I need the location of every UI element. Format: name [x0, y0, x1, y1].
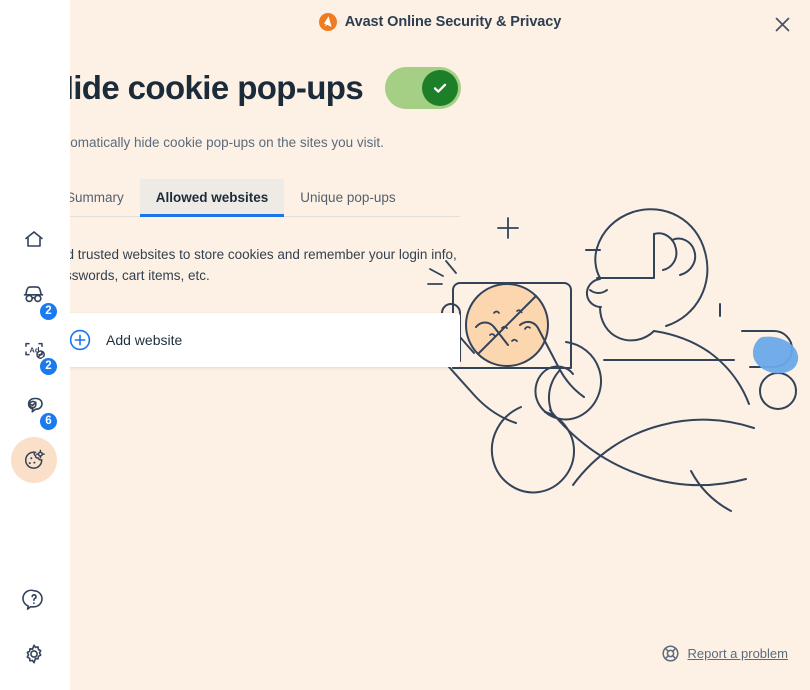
help-icon-wrap: [11, 576, 57, 622]
toggle-knob: [422, 70, 459, 106]
sidebar-item-reviews[interactable]: 6: [6, 379, 62, 432]
cookie-icon: [24, 449, 45, 469]
content-area: Hide cookie pop-ups Automatically hide c…: [50, 60, 520, 367]
sidebar-item-ads[interactable]: Ad 2: [6, 324, 62, 377]
tab-bar: Summary Allowed websites Unique pop-ups: [50, 178, 460, 217]
sidebar-item-cookies[interactable]: [6, 434, 62, 486]
avast-logo-icon: [318, 13, 337, 31]
avast-extension-window: 2 Ad 2 6 Avast Online Security & Privacy…: [0, 0, 810, 690]
close-button[interactable]: [766, 8, 798, 40]
sidebar: 2 Ad 2 6: [0, 0, 70, 690]
page-subtitle: Automatically hide cookie pop-ups on the…: [50, 135, 384, 150]
home-icon-wrap: [11, 217, 57, 263]
hide-cookie-popups-toggle[interactable]: [385, 67, 462, 109]
page-title: Hide cookie pop-ups: [50, 69, 364, 106]
lifebuoy-icon: [661, 645, 679, 662]
close-icon: [775, 17, 789, 31]
help-icon: [22, 589, 43, 610]
sidebar-item-settings[interactable]: [6, 628, 62, 680]
sidebar-item-privacy[interactable]: 2: [6, 269, 62, 322]
gear-icon: [26, 644, 42, 664]
sidebar-item-home[interactable]: [6, 214, 62, 266]
tab-allowed-websites[interactable]: Allowed websites: [139, 178, 285, 217]
tab-unique-popups[interactable]: Unique pop-ups: [284, 179, 411, 216]
report-problem-label: Report a problem: [687, 646, 788, 661]
check-icon: [433, 83, 447, 93]
report-problem-link[interactable]: Report a problem: [661, 645, 788, 662]
ad-block-icon-wrap: Ad 2: [11, 327, 59, 377]
tab-description: Add trusted websites to store cookies an…: [50, 246, 457, 284]
svg-text:Ad: Ad: [29, 346, 39, 355]
gear-icon-wrap: [11, 631, 57, 677]
cookie-icon-wrap: [11, 437, 57, 483]
home-icon: [25, 231, 43, 247]
add-website-button[interactable]: Add website: [50, 312, 460, 367]
sidebar-badge: 2: [38, 301, 59, 322]
headline-row: Hide cookie pop-ups: [50, 60, 520, 116]
chat-shield-icon-wrap: 6: [11, 382, 59, 432]
title-bar: Avast Online Security & Privacy: [70, 0, 810, 44]
add-website-label: Add website: [106, 331, 183, 348]
plus-circle-icon: [69, 329, 91, 350]
sidebar-badge: 6: [38, 411, 59, 432]
sidebar-badge: 2: [38, 356, 59, 377]
sidebar-item-help[interactable]: [6, 573, 62, 625]
brand: Avast Online Security & Privacy: [318, 13, 562, 31]
window-title: Avast Online Security & Privacy: [344, 14, 562, 30]
incognito-icon-wrap: 2: [11, 272, 59, 322]
